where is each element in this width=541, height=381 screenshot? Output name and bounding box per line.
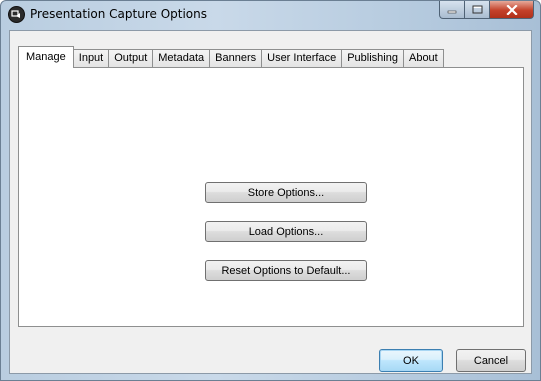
maximize-button[interactable]: [465, 1, 490, 19]
app-logo-icon[interactable]: [8, 6, 25, 23]
tab-strip: Manage Input Output Metadata Banners Use…: [18, 46, 444, 68]
ok-button[interactable]: OK: [379, 349, 443, 372]
load-options-button[interactable]: Load Options...: [205, 221, 367, 242]
minimize-button[interactable]: [439, 1, 465, 19]
window-title: Presentation Capture Options: [30, 7, 208, 21]
dialog-client-area: Manage Input Output Metadata Banners Use…: [9, 30, 532, 374]
tab-about[interactable]: About: [402, 49, 444, 68]
tab-input[interactable]: Input: [72, 49, 110, 68]
store-options-button[interactable]: Store Options...: [205, 182, 367, 203]
cancel-button[interactable]: Cancel: [456, 349, 526, 372]
tab-banners[interactable]: Banners: [209, 49, 263, 68]
close-icon: [505, 4, 518, 15]
tab-user-interface[interactable]: User Interface: [261, 49, 343, 68]
dialog-window: Presentation Capture Options Manage Inpu…: [0, 0, 541, 381]
tab-manage[interactable]: Manage: [18, 46, 74, 68]
close-button[interactable]: [490, 1, 534, 19]
reset-options-button[interactable]: Reset Options to Default...: [205, 260, 367, 281]
tab-output[interactable]: Output: [108, 49, 154, 68]
caption-buttons: [439, 1, 534, 20]
tab-metadata[interactable]: Metadata: [152, 49, 211, 68]
minimize-icon: [447, 10, 457, 13]
title-bar[interactable]: Presentation Capture Options: [1, 1, 540, 29]
maximize-icon: [472, 5, 482, 14]
manage-tab-panel: Store Options... Load Options... Reset O…: [18, 67, 524, 327]
tab-publishing[interactable]: Publishing: [341, 49, 404, 68]
